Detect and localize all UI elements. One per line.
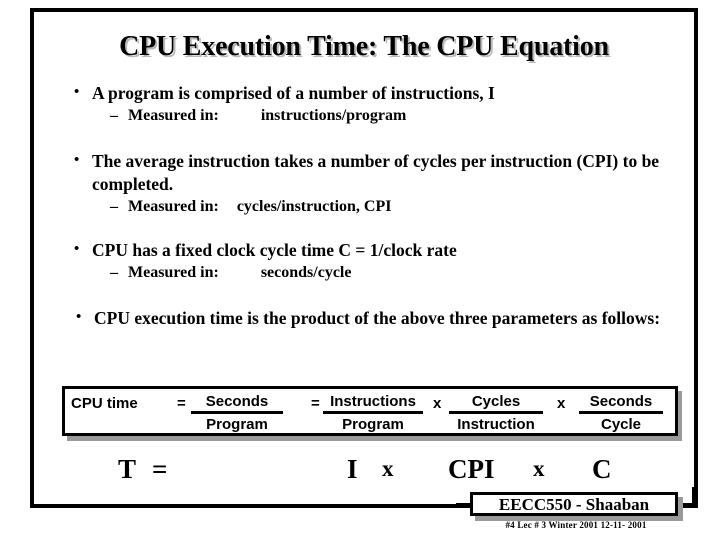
footer-tab-right-vertical bbox=[692, 487, 696, 507]
bullet-text: A program is comprised of a number of in… bbox=[92, 83, 495, 103]
fraction-denominator: Instruction bbox=[457, 416, 535, 433]
bullet-marker-icon: • bbox=[74, 241, 80, 257]
bullet-text: CPU execution time is the product of the… bbox=[94, 308, 661, 328]
fraction-seconds-program: Seconds Program bbox=[191, 394, 283, 433]
bullet-marker-icon: • bbox=[76, 309, 82, 325]
fraction-numerator: Seconds bbox=[191, 394, 283, 414]
sub-item-value: cycles/instruction, CPI bbox=[236, 198, 392, 215]
sub-list-item: – Measured in: seconds/cycle bbox=[66, 262, 666, 284]
fraction-cycles-instruction: Cycles Instruction bbox=[449, 394, 543, 433]
bullet-group-2: • The average instruction takes a number… bbox=[66, 150, 666, 218]
list-item: • CPU execution time is the product of t… bbox=[66, 307, 666, 330]
bullet-marker-icon: • bbox=[74, 152, 80, 168]
page-title: CPU Execution Time: The CPU Equation bbox=[119, 31, 609, 62]
bullet-group-3: • CPU has a fixed clock cycle time C = 1… bbox=[66, 239, 666, 284]
fraction-seconds-cycle: Seconds Cycle bbox=[579, 394, 663, 433]
dash-marker-icon: – bbox=[110, 198, 118, 215]
equals-sign-1: = bbox=[177, 395, 186, 412]
formula-symbol-t: T bbox=[118, 454, 137, 484]
list-item: • A program is comprised of a number of … bbox=[66, 82, 666, 105]
footer-badge: EECC550 - Shaaban bbox=[470, 492, 678, 516]
dash-marker-icon: – bbox=[110, 107, 118, 124]
fraction-instructions-program: Instructions Program bbox=[323, 394, 423, 433]
sub-list-item: – Measured in: cycles/instruction, CPI bbox=[66, 196, 666, 218]
fraction-denominator: Program bbox=[342, 416, 404, 433]
sub-list-item: – Measured in: instructions/program bbox=[66, 105, 666, 127]
fraction-denominator: Program bbox=[206, 416, 268, 433]
equals-sign-2: = bbox=[311, 395, 320, 412]
fraction-numerator: Instructions bbox=[323, 394, 423, 414]
bullet-marker-icon: • bbox=[74, 84, 80, 100]
sub-item-value: seconds/cycle bbox=[260, 264, 352, 281]
bullet-text: The average instruction takes a number o… bbox=[92, 151, 660, 194]
fraction-numerator: Cycles bbox=[449, 394, 543, 414]
footer-meta: #4 Lec # 3 Winter 2001 12-11- 2001 bbox=[505, 520, 647, 530]
bullet-text: CPU has a fixed clock cycle time C = 1/c… bbox=[92, 240, 457, 260]
bullet-group-4: • CPU execution time is the product of t… bbox=[66, 307, 666, 330]
sub-item-label: Measured in: bbox=[128, 198, 219, 215]
times-sign-2: x bbox=[557, 395, 566, 412]
list-item: • CPU has a fixed clock cycle time C = 1… bbox=[66, 239, 666, 262]
times-sign-1: x bbox=[433, 395, 442, 412]
bullet-group-1: • A program is comprised of a number of … bbox=[66, 82, 666, 127]
formula-symbol-cpi: CPI bbox=[448, 454, 495, 484]
sub-item-value: instructions/program bbox=[260, 107, 407, 124]
fraction-numerator: Seconds bbox=[579, 394, 663, 414]
sub-item-label: Measured in: bbox=[128, 107, 219, 124]
list-item: • The average instruction takes a number… bbox=[66, 150, 666, 196]
dash-marker-icon: – bbox=[110, 264, 118, 281]
formula-times-1: x bbox=[382, 456, 394, 481]
formula-symbol-i: I bbox=[347, 454, 358, 484]
formula-row: T = I x CPI x C bbox=[62, 452, 678, 492]
sub-item-label: Measured in: bbox=[128, 264, 219, 281]
fraction-denominator: Cycle bbox=[600, 416, 642, 433]
equation-box: CPU time = Seconds Program = Instruction… bbox=[62, 386, 678, 436]
formula-symbol-c: C bbox=[592, 454, 612, 484]
formula-times-2: x bbox=[533, 456, 545, 481]
equation-lead-label: CPU time bbox=[71, 395, 138, 412]
bullet-list: • A program is comprised of a number of … bbox=[66, 82, 666, 333]
formula-equals: = bbox=[152, 454, 168, 484]
